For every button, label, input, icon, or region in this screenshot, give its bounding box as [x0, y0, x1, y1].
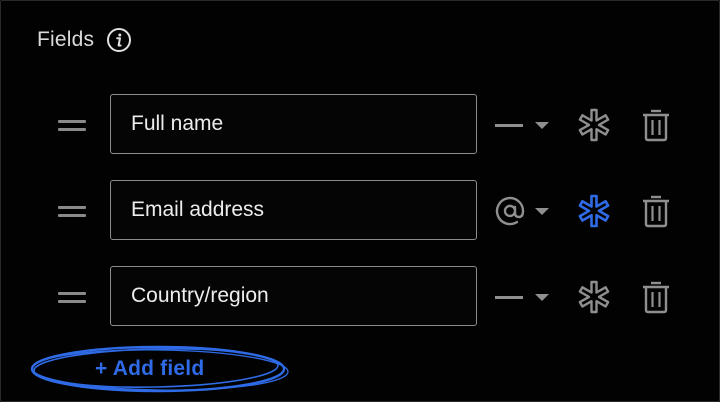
field-name-input[interactable]	[110, 180, 477, 240]
required-asterisk-icon[interactable]	[576, 107, 612, 143]
info-icon[interactable]	[106, 27, 132, 53]
fields-title: Fields	[37, 28, 95, 51]
add-field-button[interactable]: + Add field	[27, 339, 289, 395]
trash-icon[interactable]	[641, 279, 671, 315]
chevron-down-icon	[535, 293, 549, 301]
required-asterisk-icon[interactable]	[576, 279, 612, 315]
trash-icon[interactable]	[641, 107, 671, 143]
field-name-input[interactable]	[110, 94, 477, 154]
required-asterisk-icon[interactable]	[576, 193, 612, 229]
field-row	[1, 94, 720, 156]
at-sign-icon	[495, 196, 525, 226]
field-name-input[interactable]	[110, 266, 477, 326]
field-type-select[interactable]	[495, 194, 555, 228]
drag-handle-icon[interactable]	[58, 206, 88, 218]
chevron-down-icon	[535, 207, 549, 215]
add-field-area: + Add field	[27, 339, 289, 395]
chevron-down-icon	[535, 121, 549, 129]
field-row	[1, 266, 720, 328]
trash-icon[interactable]	[641, 193, 671, 229]
drag-handle-icon[interactable]	[58, 120, 88, 132]
field-row	[1, 180, 720, 242]
field-type-select[interactable]	[495, 108, 555, 142]
drag-handle-icon[interactable]	[58, 292, 88, 304]
dash-icon	[495, 282, 525, 312]
field-type-select[interactable]	[495, 280, 555, 314]
fields-panel: Fields Full name Email address Country/r…	[0, 0, 720, 402]
add-field-label: + Add field	[95, 357, 205, 380]
dash-icon	[495, 110, 525, 140]
fields-header: Fields	[37, 27, 132, 53]
